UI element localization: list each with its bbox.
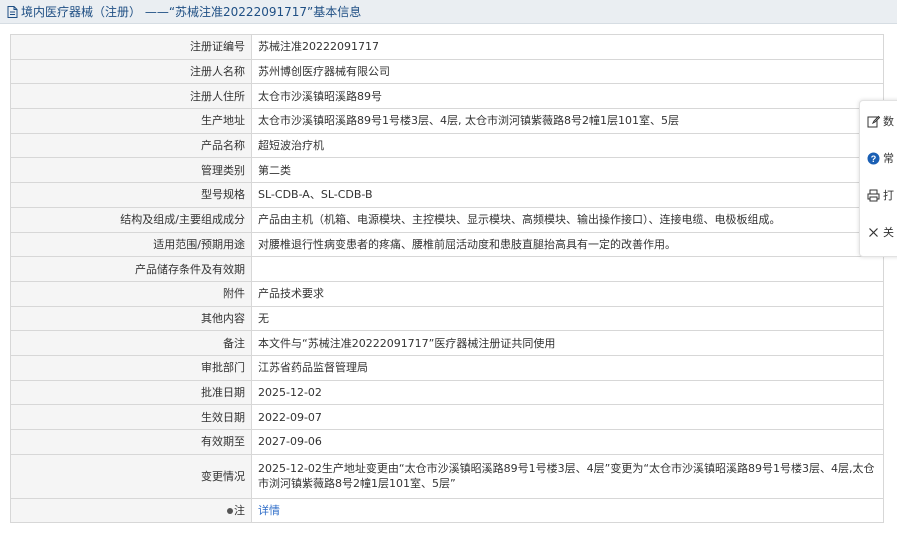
row-label: 结构及组成/主要组成成分 [10,206,252,233]
float-item-label: 常 [883,152,894,165]
row-label: 产品储存条件及有效期 [10,256,252,282]
edit-icon [866,114,880,128]
table-row: 适用范围/预期用途 对腰椎退行性病变患者的疼痛、腰椎前屈活动度和患肢直腿抬高具有… [10,231,884,258]
row-label: 注册人名称 [10,58,252,85]
row-label: 注册人住所 [10,83,252,110]
float-item-label: 关 [883,226,894,239]
row-label: 变更情况 [10,453,252,499]
row-label: 批准日期 [10,379,252,406]
float-item-close[interactable]: 关 [866,222,894,242]
table-row: 备注 本文件与“苏械注准20222091717”医疗器械注册证共同使用 [10,330,884,356]
table-row: 注册人住所 太仓市沙溪镇昭溪路89号 [10,83,884,110]
row-label: 附件 [10,280,252,307]
table-row: 产品名称 超短波治疗机 [10,132,884,159]
row-value: 产品技术要求 [251,280,884,307]
row-value [251,256,884,282]
page-title: 境内医疗器械（注册） ——“苏械注准20222091717”基本信息 [21,5,362,19]
table-row: 注 详情 [10,497,884,524]
float-item-label: 打 [883,189,894,202]
float-item-print[interactable]: 打 [866,185,894,205]
row-label: 备注 [10,330,252,356]
table-row: 审批部门 江苏省药品监督管理局 [10,354,884,381]
row-value: SL-CDB-A、SL-CDB-B [251,182,884,208]
row-value: 2022-09-07 [251,404,884,430]
row-label: 产品名称 [10,132,252,159]
row-label: 其他内容 [10,305,252,332]
table-row: 结构及组成/主要组成成分 产品由主机（机箱、电源模块、主控模块、显示模块、高频模… [10,206,884,233]
row-label: 审批部门 [10,354,252,381]
page-header: 境内医疗器械（注册） ——“苏械注准20222091717”基本信息 [0,0,897,24]
row-value: 详情 [251,497,884,524]
row-label: 生效日期 [10,404,252,430]
table-row: 产品储存条件及有效期 [10,256,884,282]
float-item-faq[interactable]: ? 常 [866,148,894,168]
row-value: 第二类 [251,157,884,184]
table-row: 型号规格 SL-CDB-A、SL-CDB-B [10,182,884,208]
float-item-label: 数 [883,115,894,128]
row-value: 太仓市沙溪镇昭溪路89号 [251,83,884,110]
bullet-icon [227,508,233,515]
row-value: 太仓市沙溪镇昭溪路89号1号楼3层、4层, 太仓市浏河镇紫薇路8号2幢1层101… [251,108,884,134]
table-row: 管理类别 第二类 [10,157,884,184]
row-value: 2025-12-02生产地址变更由“太仓市沙溪镇昭溪路89号1号楼3层、4层”变… [251,453,884,499]
document-icon [7,5,18,18]
row-label: 生产地址 [10,108,252,134]
note-label: 注 [234,504,245,518]
table-row: 注册人名称 苏州博创医疗器械有限公司 [10,58,884,85]
table-row: 生产地址 太仓市沙溪镇昭溪路89号1号楼3层、4层, 太仓市浏河镇紫薇路8号2幢… [10,108,884,134]
row-value: 本文件与“苏械注准20222091717”医疗器械注册证共同使用 [251,330,884,356]
row-value: 江苏省药品监督管理局 [251,354,884,381]
svg-text:?: ? [870,154,876,164]
row-label: 型号规格 [10,182,252,208]
float-item-data[interactable]: 数 [866,111,894,131]
table-row: 附件 产品技术要求 [10,280,884,307]
row-value: 2027-09-06 [251,429,884,455]
table-row: 变更情况 2025-12-02生产地址变更由“太仓市沙溪镇昭溪路89号1号楼3层… [10,453,884,499]
row-label: 有效期至 [10,429,252,455]
table-row: 其他内容 无 [10,305,884,332]
info-table: 注册证编号 苏械注准20222091717 注册人名称 苏州博创医疗器械有限公司… [10,34,884,524]
print-icon [866,188,880,202]
row-value: 无 [251,305,884,332]
details-link[interactable]: 详情 [258,504,280,517]
row-value: 超短波治疗机 [251,132,884,159]
row-label-note: 注 [10,497,252,524]
table-row: 有效期至 2027-09-06 [10,429,884,455]
row-label: 适用范围/预期用途 [10,231,252,258]
row-label: 管理类别 [10,157,252,184]
row-value: 苏械注准20222091717 [251,34,884,60]
table-row: 批准日期 2025-12-02 [10,379,884,406]
table-row: 注册证编号 苏械注准20222091717 [10,34,884,60]
help-circle-icon: ? [866,151,880,165]
row-value: 2025-12-02 [251,379,884,406]
row-label: 注册证编号 [10,34,252,60]
floating-toolbar: 数 ? 常 打 关 [859,100,897,257]
table-row: 生效日期 2022-09-07 [10,404,884,430]
close-icon [866,225,880,239]
row-value: 产品由主机（机箱、电源模块、主控模块、显示模块、高频模块、输出操作接口）、连接电… [251,206,884,233]
row-value: 对腰椎退行性病变患者的疼痛、腰椎前屈活动度和患肢直腿抬高具有一定的改善作用。 [251,231,884,258]
row-value: 苏州博创医疗器械有限公司 [251,58,884,85]
